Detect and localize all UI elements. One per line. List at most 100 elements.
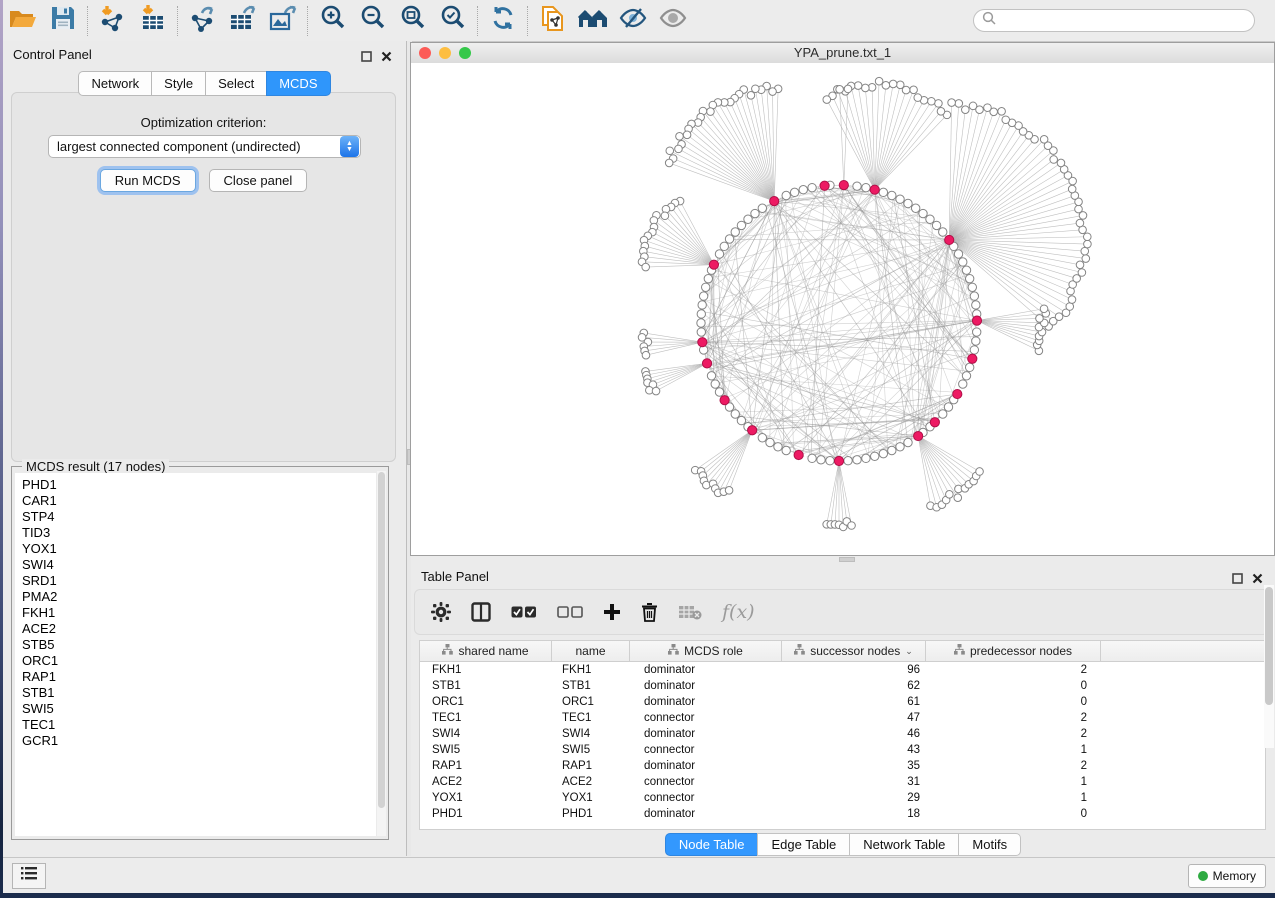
- column-header-name[interactable]: name: [552, 641, 630, 661]
- result-list-item[interactable]: RAP1: [22, 669, 376, 685]
- shared-column-icon: [668, 644, 679, 658]
- result-list-item[interactable]: TID3: [22, 525, 376, 541]
- table-scrollbar[interactable]: [1264, 585, 1274, 748]
- zoom-selected-icon: [439, 4, 467, 37]
- table-cell: STB1: [420, 680, 552, 692]
- table-cell: SWI4: [420, 728, 552, 740]
- import-network-button[interactable]: [93, 4, 133, 38]
- refresh-button[interactable]: [483, 4, 523, 38]
- tab-edge-table[interactable]: Edge Table: [757, 833, 849, 856]
- tab-node-table[interactable]: Node Table: [665, 833, 758, 856]
- table-cell: PHD1: [420, 808, 552, 820]
- tab-select[interactable]: Select: [205, 71, 266, 96]
- close-panel-icon[interactable]: [381, 49, 392, 67]
- result-list-item[interactable]: SWI5: [22, 701, 376, 717]
- table-row[interactable]: FKH1FKH1dominator962: [420, 662, 1265, 678]
- column-header-predecessor-nodes[interactable]: predecessor nodes: [926, 641, 1101, 661]
- float-panel-icon[interactable]: [361, 49, 372, 67]
- result-list-item[interactable]: SRD1: [22, 573, 376, 589]
- memory-button[interactable]: Memory: [1188, 864, 1266, 888]
- horizontal-splitter[interactable]: [411, 556, 1275, 563]
- criterion-dropdown[interactable]: largest connected component (undirected)…: [48, 135, 361, 158]
- table-row[interactable]: RAP1RAP1dominator352: [420, 758, 1265, 774]
- zoom-selected-button[interactable]: [433, 4, 473, 38]
- column-header-shared-name[interactable]: shared name: [420, 641, 552, 661]
- table-cell: 43: [782, 744, 926, 756]
- search-input[interactable]: [1001, 13, 1235, 29]
- export-image-button[interactable]: [263, 4, 303, 38]
- table-row[interactable]: SWI5SWI5connector431: [420, 742, 1265, 758]
- result-scrollbar[interactable]: [377, 471, 386, 836]
- table-cell: ORC1: [420, 696, 552, 708]
- result-list-item[interactable]: ACE2: [22, 621, 376, 637]
- export-table-button[interactable]: [223, 4, 263, 38]
- mcds-result-list[interactable]: PHD1CAR1STP4TID3YOX1SWI4SRD1PMA2FKH1ACE2…: [15, 473, 376, 836]
- table-cell: dominator: [630, 664, 782, 676]
- table-cell: connector: [630, 792, 782, 804]
- table-cell: 61: [782, 696, 926, 708]
- result-list-item[interactable]: TEC1: [22, 717, 376, 733]
- network-canvas[interactable]: [411, 63, 1274, 555]
- result-list-item[interactable]: CAR1: [22, 493, 376, 509]
- run-mcds-button[interactable]: Run MCDS: [100, 169, 196, 192]
- table-row[interactable]: ACE2ACE2connector311: [420, 774, 1265, 790]
- tab-motifs[interactable]: Motifs: [958, 833, 1021, 856]
- result-list-item[interactable]: PMA2: [22, 589, 376, 605]
- result-list-item[interactable]: STP4: [22, 509, 376, 525]
- table-row[interactable]: STB1STB1dominator620: [420, 678, 1265, 694]
- neighbors-button[interactable]: [573, 4, 613, 38]
- table-cell: ACE2: [552, 776, 630, 788]
- open-button[interactable]: [3, 4, 43, 38]
- result-list-item[interactable]: FKH1: [22, 605, 376, 621]
- splitter-grip[interactable]: [839, 557, 855, 562]
- show-eye-button[interactable]: [653, 4, 693, 38]
- result-list-item[interactable]: ORC1: [22, 653, 376, 669]
- delete-icon[interactable]: [641, 602, 658, 622]
- table-cell: TEC1: [420, 712, 552, 724]
- toolbar-separator: [477, 6, 479, 36]
- result-list-item[interactable]: STB5: [22, 637, 376, 653]
- criterion-value: largest connected component (undirected): [49, 139, 340, 154]
- shared-column-icon: [442, 644, 453, 658]
- tab-network[interactable]: Network: [78, 71, 151, 96]
- export-network-button[interactable]: [183, 4, 223, 38]
- save-button[interactable]: [43, 4, 83, 38]
- result-list-item[interactable]: SWI4: [22, 557, 376, 573]
- table-cell: 35: [782, 760, 926, 772]
- result-list-item[interactable]: STB1: [22, 685, 376, 701]
- table-row[interactable]: YOX1YOX1connector291: [420, 790, 1265, 806]
- toolbar-separator: [87, 6, 89, 36]
- select-all-icon[interactable]: [511, 606, 537, 619]
- close-panel-button[interactable]: Close panel: [209, 169, 308, 192]
- sort-indicator-icon: ⌄: [905, 646, 913, 657]
- shared-column-icon: [954, 644, 965, 658]
- tab-network-table[interactable]: Network Table: [849, 833, 958, 856]
- table-row[interactable]: SWI4SWI4dominator462: [420, 726, 1265, 742]
- zoom-in-button[interactable]: [313, 4, 353, 38]
- column-header-MCDS-role[interactable]: MCDS role: [630, 641, 782, 661]
- unselect-all-icon[interactable]: [557, 606, 583, 619]
- column-header-successor-nodes[interactable]: successor nodes⌄: [782, 641, 926, 661]
- table-row[interactable]: ORC1ORC1dominator610: [420, 694, 1265, 710]
- hide-eye-button[interactable]: [613, 4, 653, 38]
- task-history-button[interactable]: [12, 863, 46, 889]
- zoom-fit-button[interactable]: [393, 4, 433, 38]
- result-list-item[interactable]: PHD1: [22, 477, 376, 493]
- result-list-item[interactable]: YOX1: [22, 541, 376, 557]
- float-panel-icon[interactable]: [1232, 571, 1243, 589]
- import-table-button[interactable]: [133, 4, 173, 38]
- clone-network-button[interactable]: [533, 4, 573, 38]
- tab-mcds[interactable]: MCDS: [266, 71, 330, 96]
- table-row[interactable]: PHD1PHD1dominator180: [420, 806, 1265, 822]
- table-row[interactable]: TEC1TEC1connector472: [420, 710, 1265, 726]
- network-title: YPA_prune.txt_1: [411, 45, 1274, 60]
- network-titlebar[interactable]: YPA_prune.txt_1: [411, 43, 1274, 64]
- zoom-out-button[interactable]: [353, 4, 393, 38]
- tab-style[interactable]: Style: [151, 71, 205, 96]
- close-panel-icon[interactable]: [1252, 571, 1263, 589]
- add-column-icon[interactable]: [603, 603, 621, 621]
- result-list-item[interactable]: GCR1: [22, 733, 376, 749]
- gear-icon[interactable]: [431, 602, 451, 622]
- search-box[interactable]: [973, 9, 1255, 32]
- columns-icon[interactable]: [471, 602, 491, 622]
